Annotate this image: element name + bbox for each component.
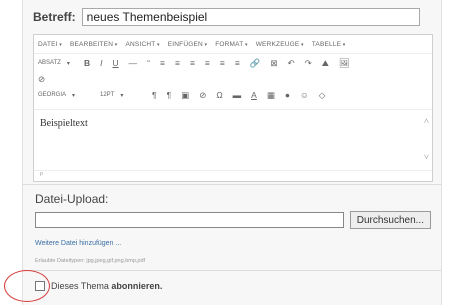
underline-icon[interactable]: U xyxy=(113,58,119,68)
align-right-icon[interactable]: ≡ xyxy=(220,58,225,68)
font-size-label: 12PT xyxy=(100,91,115,98)
chevron-down-icon: ▾ xyxy=(66,60,70,67)
annotation-circle xyxy=(4,270,50,302)
menu-werkzeuge[interactable]: WERKZEUGE xyxy=(256,41,304,48)
horizontal-rule-icon[interactable]: ▬ xyxy=(233,90,242,100)
subscribe-label-prefix: Dieses Thema xyxy=(51,281,112,291)
menu-ansicht[interactable]: ANSICHT xyxy=(125,41,159,48)
subscribe-label[interactable]: Dieses Thema abonnieren. xyxy=(51,281,162,291)
align-left-icon[interactable]: ≡ xyxy=(190,58,195,68)
italic-icon[interactable]: I xyxy=(100,58,102,68)
file-path-field[interactable] xyxy=(35,212,344,228)
subject-row: Betreff: xyxy=(33,6,433,28)
font-size-select[interactable]: 12PT ▾ xyxy=(100,92,142,99)
post-form: Betreff: DATEI BEARBEITEN ANSICHT EINFÜG… xyxy=(22,0,442,305)
chevron-down-icon: ▾ xyxy=(120,92,124,99)
menu-format[interactable]: FORMAT xyxy=(215,41,247,48)
remove-format-icon[interactable]: ⊘ xyxy=(38,74,45,85)
rich-text-editor: DATEI BEARBEITEN ANSICHT EINFÜGEN FORMAT… xyxy=(33,34,433,182)
upload-title: Datei-Upload: xyxy=(35,192,109,206)
menu-tabelle[interactable]: TABELLE xyxy=(312,41,346,48)
chevron-down-icon: ▾ xyxy=(72,92,76,99)
code-icon[interactable]: ◇ xyxy=(319,90,326,101)
allowed-types-hint: Erlaubte Dateitypen: jpg,jpeg,gif,png,bm… xyxy=(35,258,146,264)
menu-bearbeiten[interactable]: BEARBEITEN xyxy=(70,41,118,48)
section-divider xyxy=(23,270,441,271)
media-icon[interactable]: 🖼 xyxy=(339,58,350,69)
upload-row: Durchsuchen... xyxy=(35,210,431,230)
editor-toolbar-row1: ABSATZ ▾ B I U — “ ≡ ≡ ≡ ≡ ≡ ≡ 🔗 ⊠ ↶ ↷ ⛰ … xyxy=(34,54,432,72)
scroll-down-icon[interactable]: ˅ xyxy=(424,152,429,162)
align-justify-icon[interactable]: ≡ xyxy=(235,58,240,68)
scroll-up-icon[interactable]: ˄ xyxy=(424,116,429,126)
clear-formatting-icon[interactable]: ⊘ xyxy=(199,90,206,101)
section-divider xyxy=(23,184,441,185)
strikethrough-icon[interactable]: — xyxy=(129,58,138,68)
subscribe-label-bold: abonnieren. xyxy=(111,281,163,291)
background-color-icon[interactable]: ▦ xyxy=(267,90,275,101)
menu-datei[interactable]: DATEI xyxy=(38,41,62,48)
element-path: p xyxy=(40,171,43,177)
preview-icon[interactable]: ● xyxy=(285,90,290,100)
editor-toolbar-row2: GEORGIA ▾ 12PT ▾ ¶ ¶ ▣ ⊘ Ω ▬ A ▦ ● ☺ ◇ xyxy=(34,86,432,104)
text-color-icon[interactable]: A xyxy=(251,90,257,100)
numbered-list-icon[interactable]: ≡ xyxy=(175,58,180,68)
font-family-select[interactable]: GEORGIA ▾ xyxy=(38,92,90,99)
table-icon[interactable]: ▣ xyxy=(181,90,189,101)
editor-statusbar: p xyxy=(34,170,432,181)
redo-icon[interactable]: ↷ xyxy=(305,58,312,69)
menu-einfuegen[interactable]: EINFÜGEN xyxy=(168,41,208,48)
add-file-link[interactable]: Weitere Datei hinzufügen ... xyxy=(35,240,121,247)
editor-content-area[interactable]: Beispieltext ˄ ˅ xyxy=(34,109,432,170)
unlink-icon[interactable]: ⊠ xyxy=(270,58,277,69)
editor-toolbar-row1b: ⊘ xyxy=(34,72,432,86)
subject-label: Betreff: xyxy=(33,10,76,24)
bullet-list-icon[interactable]: ≡ xyxy=(160,58,165,68)
blockquote-icon[interactable]: “ xyxy=(147,58,150,68)
paragraph-format-label: ABSATZ xyxy=(38,59,61,66)
paragraph-format-select[interactable]: ABSATZ ▾ xyxy=(38,60,74,67)
undo-icon[interactable]: ↶ xyxy=(288,58,295,69)
link-icon[interactable]: 🔗 xyxy=(250,58,261,69)
special-char-icon[interactable]: Ω xyxy=(216,90,222,100)
emoticon-icon[interactable]: ☺ xyxy=(300,90,309,100)
paragraph-ltr-icon[interactable]: ¶ xyxy=(152,90,157,100)
bold-icon[interactable]: B xyxy=(84,58,90,68)
browse-button[interactable]: Durchsuchen... xyxy=(349,211,431,229)
insert-image-icon[interactable]: ⛰ xyxy=(322,58,329,69)
paragraph-rtl-icon[interactable]: ¶ xyxy=(167,90,172,100)
subscribe-row: Dieses Thema abonnieren. xyxy=(35,281,162,291)
editor-menubar: DATEI BEARBEITEN ANSICHT EINFÜGEN FORMAT… xyxy=(34,35,432,54)
align-center-icon[interactable]: ≡ xyxy=(205,58,210,68)
subject-input[interactable] xyxy=(81,8,420,26)
font-family-label: GEORGIA xyxy=(38,91,67,98)
editor-content-text: Beispieltext xyxy=(40,118,88,129)
